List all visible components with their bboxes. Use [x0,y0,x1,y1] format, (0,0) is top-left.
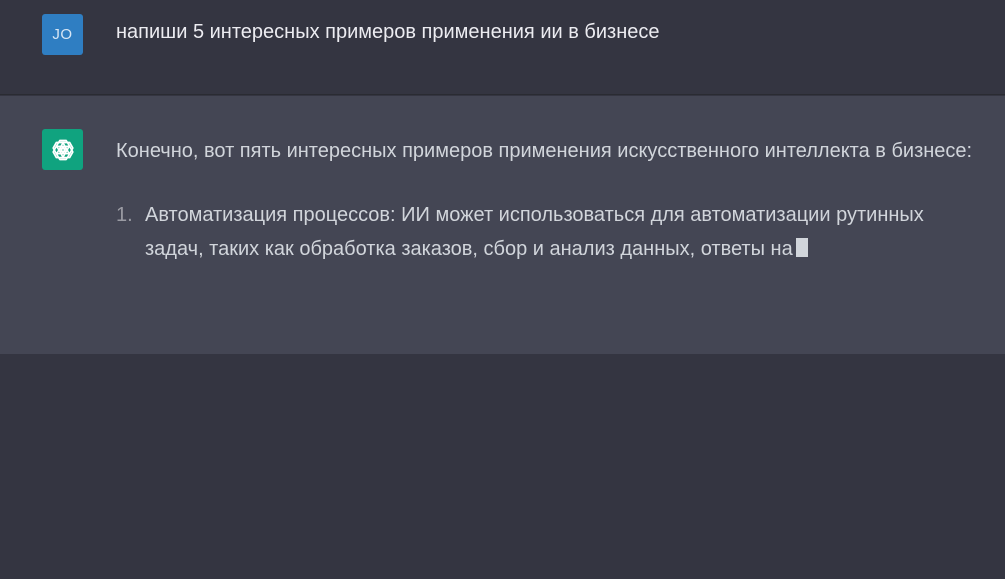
assistant-message-row: Конечно, вот пять интересных примеров пр… [0,96,1005,354]
list-item: 1. Автоматизация процессов: ИИ может исп… [116,198,986,266]
assistant-message-body: Конечно, вот пять интересных примеров пр… [116,134,986,266]
list-item-content: Автоматизация процессов: ИИ может исполь… [145,198,986,266]
typing-cursor [795,238,808,257]
chat-page: JO напиши 5 интересных примеров применен… [0,0,1005,579]
user-avatar-initials: JO [52,26,73,43]
user-message-text: напиши 5 интересных примеров применения … [116,21,660,43]
list-item-number: 1. [116,204,133,226]
assistant-list: 1. Автоматизация процессов: ИИ может исп… [116,198,986,266]
user-message-row: JO напиши 5 интересных примеров применен… [0,0,1005,95]
assistant-avatar [42,129,83,170]
empty-chat-area [0,354,1005,579]
user-avatar: JO [42,14,83,55]
assistant-intro-text: Конечно, вот пять интересных примеров пр… [116,140,973,162]
openai-logo-icon [51,139,74,160]
